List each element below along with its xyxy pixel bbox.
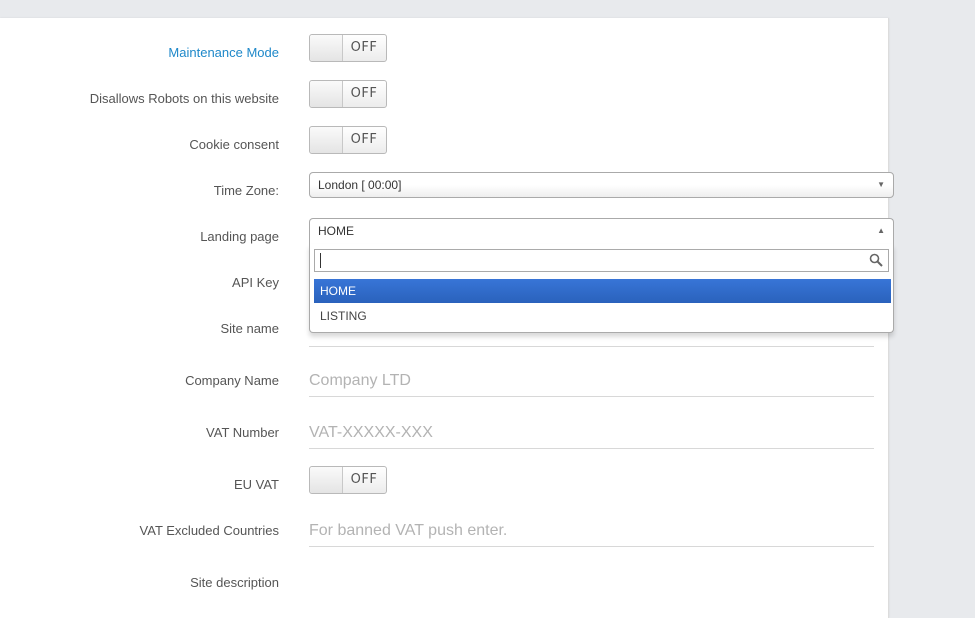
- site-description-label: Site description: [190, 575, 279, 590]
- time-zone-value: London [ 00:00]: [318, 178, 402, 192]
- dropdown-option-home[interactable]: HOME: [314, 279, 891, 303]
- time-zone-label: Time Zone:: [213, 183, 279, 198]
- vat-excluded-input[interactable]: [309, 516, 874, 547]
- maintenance-mode-toggle[interactable]: OFF: [309, 34, 387, 62]
- landing-page-label: Landing page: [200, 229, 279, 244]
- maintenance-mode-label: Maintenance Mode: [168, 45, 279, 60]
- eu-vat-toggle[interactable]: OFF: [309, 466, 387, 494]
- vat-number-input[interactable]: [309, 418, 874, 449]
- toggle-state: OFF: [350, 86, 378, 101]
- dropdown-option-listing[interactable]: LISTING: [314, 304, 891, 328]
- company-name-input[interactable]: [309, 366, 874, 397]
- disallow-robots-label: Disallows Robots on this website: [89, 91, 279, 106]
- company-name-label: Company Name: [185, 373, 279, 388]
- landing-page-value: HOME: [318, 224, 354, 238]
- search-icon[interactable]: [869, 253, 883, 267]
- site-name-label: Site name: [220, 321, 279, 336]
- toggle-knob: [310, 35, 343, 61]
- landing-page-dropdown: HOME LISTING: [309, 244, 894, 333]
- time-zone-select[interactable]: London [ 00:00] ▼: [309, 172, 894, 198]
- toggle-knob: [310, 81, 343, 107]
- landing-page-select[interactable]: HOME ▲: [309, 218, 894, 244]
- disallow-robots-toggle[interactable]: OFF: [309, 80, 387, 108]
- eu-vat-label: EU VAT: [233, 477, 279, 492]
- toggle-knob: [310, 467, 343, 493]
- vat-excluded-label: VAT Excluded Countries: [139, 523, 279, 538]
- dropdown-search-box: [314, 249, 889, 272]
- cookie-consent-label: Cookie consent: [189, 137, 279, 152]
- triangle-down-icon: ▼: [877, 180, 885, 189]
- dropdown-search-input[interactable]: [317, 251, 865, 270]
- cookie-consent-toggle[interactable]: OFF: [309, 126, 387, 154]
- vat-number-label: VAT Number: [206, 425, 279, 440]
- toggle-state: OFF: [350, 132, 378, 147]
- triangle-up-icon: ▲: [877, 226, 885, 235]
- toggle-state: OFF: [350, 40, 378, 55]
- text-caret: [320, 253, 321, 268]
- api-key-label: API Key: [232, 275, 279, 290]
- site-name-underline: [309, 346, 874, 347]
- toggle-knob: [310, 127, 343, 153]
- toggle-state: OFF: [350, 472, 378, 487]
